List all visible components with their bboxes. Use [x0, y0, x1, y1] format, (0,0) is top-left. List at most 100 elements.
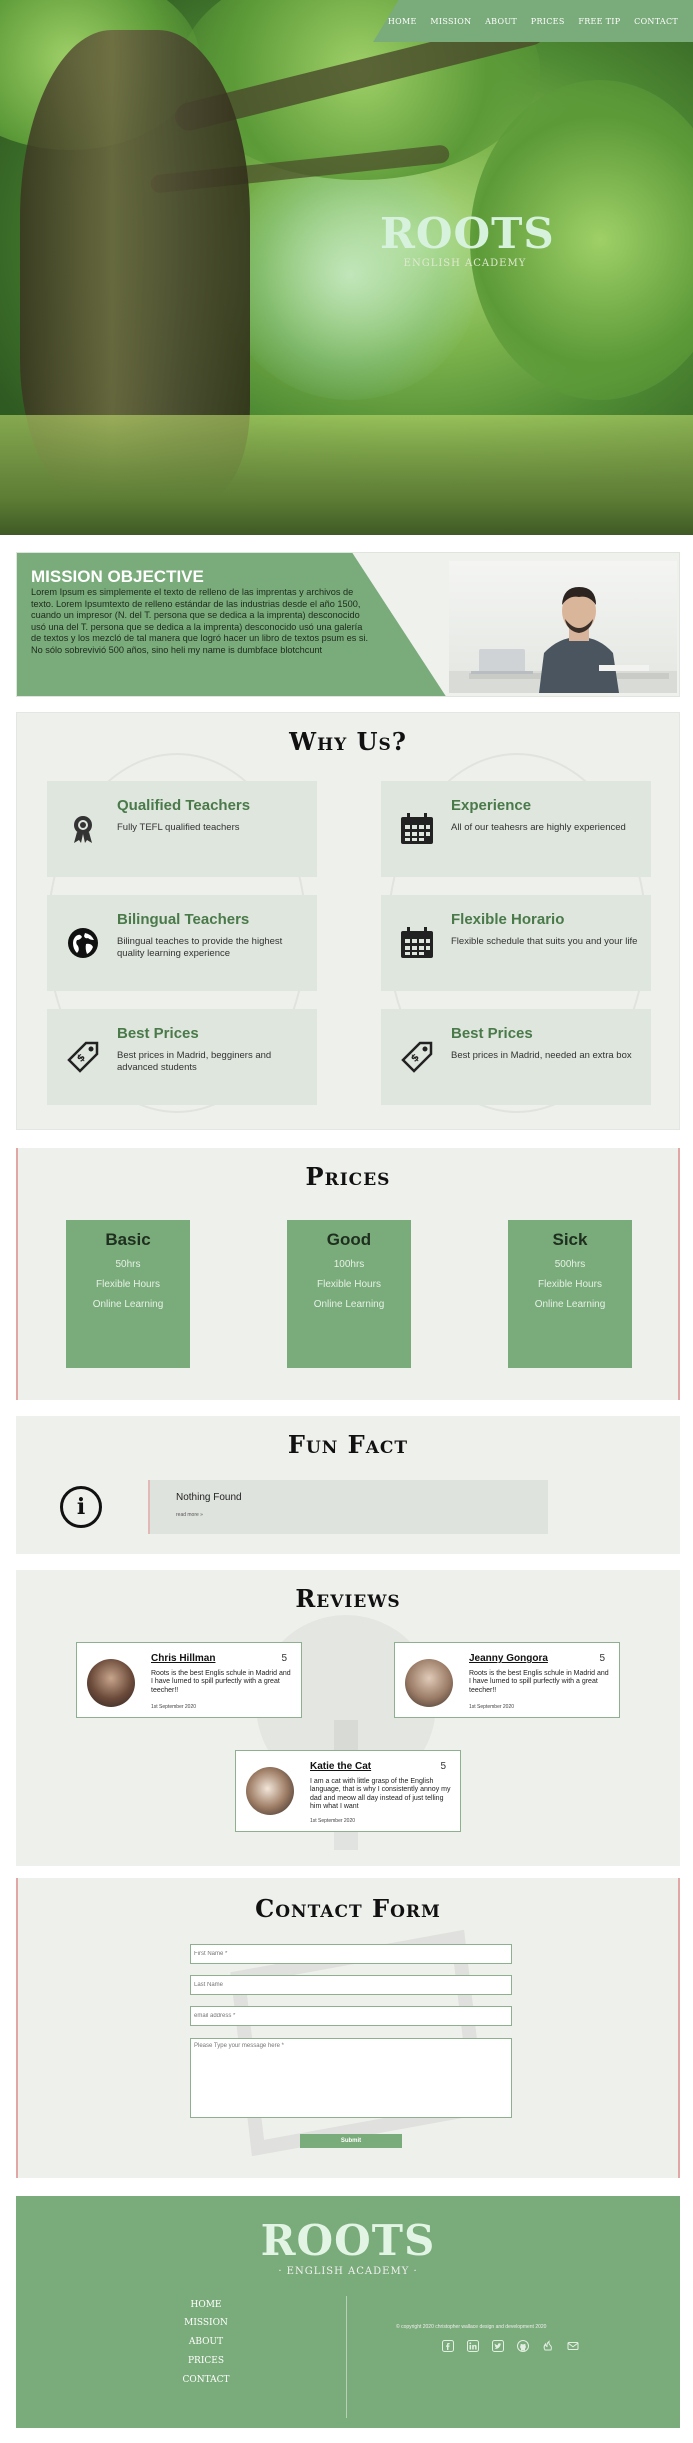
price-tag-icon: $	[65, 1039, 101, 1075]
price-plan-sick[interactable]: Sick 500hrs Flexible Hours Online Learni…	[508, 1220, 632, 1368]
footer-copyright: © copyright 2020 christopher wallace des…	[396, 2324, 547, 2330]
avatar	[246, 1767, 294, 1815]
why-card-title: Qualified Teachers	[117, 797, 251, 814]
last-name-input[interactable]	[190, 1975, 512, 1995]
fun-fact-text: Nothing Found	[176, 1492, 242, 1503]
prices-title: Prices	[305, 1162, 391, 1191]
hero-banner: HOME MISSION ABOUT PRICES FREE TIP CONTA…	[0, 0, 693, 535]
nav-free-tip[interactable]: FREE TIP	[578, 17, 620, 26]
price-plan-feature: Online Learning	[534, 1299, 606, 1310]
nav-mission[interactable]: MISSION	[430, 17, 471, 26]
first-name-input[interactable]	[190, 1944, 512, 1964]
footer-link-contact[interactable]: CONTACT	[166, 2375, 246, 2385]
price-plan-hours: 500hrs	[554, 1259, 586, 1270]
fun-fact-section: Fun Fact i Nothing Found read more »	[16, 1416, 680, 1554]
review-date: 1st September 2020	[469, 1704, 515, 1710]
why-us-title: Why Us?	[289, 727, 407, 756]
contact-section: Contact Form Submit	[16, 1878, 680, 2178]
why-card-best-prices: $ Best Prices Best prices in Madrid, beg…	[47, 1009, 317, 1105]
hero-logo: ROOTS ENGLISH ACADEMY	[380, 209, 555, 270]
price-plan-feature: Online Learning	[92, 1299, 164, 1310]
nav-prices[interactable]: PRICES	[531, 17, 565, 26]
linkedin-icon[interactable]	[466, 2339, 480, 2353]
nav-home[interactable]: HOME	[388, 17, 417, 26]
why-card-description: Bilingual teaches to provide the highest…	[117, 936, 283, 959]
price-plan-name: Good	[326, 1230, 372, 1249]
why-card-qualified-teachers: Qualified Teachers Fully TEFL qualified …	[47, 781, 317, 877]
reviewer-name[interactable]: Katie the Cat	[310, 1761, 371, 1772]
why-card-experience: Experience All of our teahesrs are highl…	[381, 781, 651, 877]
why-card-description: Fully TEFL qualified teachers	[117, 822, 240, 833]
nav-contact[interactable]: CONTACT	[634, 17, 678, 26]
hero-ground	[0, 415, 693, 535]
review-card: Katie the Cat 5 I am a cat with little g…	[235, 1750, 461, 1832]
reviewer-name[interactable]: Jeanny Gongora	[469, 1653, 548, 1664]
mission-title: MISSION OBJECTIVE	[31, 567, 204, 586]
mission-photo	[449, 561, 677, 693]
review-score: 5	[599, 1653, 605, 1664]
price-plan-name: Sick	[552, 1230, 588, 1249]
price-plan-feature: Flexible Hours	[317, 1279, 381, 1290]
svg-text:$: $	[75, 1052, 88, 1065]
why-card-title: Bilingual Teachers	[117, 911, 250, 928]
footer: ROOTS · ENGLISH ACADEMY · HOME MISSION A…	[16, 2196, 680, 2428]
footer-divider	[346, 2296, 347, 2418]
freecodecamp-icon[interactable]	[541, 2339, 555, 2353]
contact-title: Contact Form	[255, 1894, 441, 1923]
why-card-description: Best prices in Madrid, begginers and adv…	[117, 1050, 272, 1073]
man-at-laptop-illustration	[449, 587, 677, 693]
message-textarea[interactable]	[190, 2038, 512, 2118]
avatar	[87, 1659, 135, 1707]
why-card-bilingual-teachers: Bilingual Teachers Bilingual teaches to …	[47, 895, 317, 991]
footer-link-home[interactable]: HOME	[166, 2300, 246, 2310]
review-date: 1st September 2020	[151, 1704, 197, 1710]
price-plan-feature: Online Learning	[313, 1299, 385, 1310]
award-icon	[65, 811, 101, 847]
why-card-description: All of our teahesrs are highly experienc…	[451, 822, 626, 833]
page: HOME MISSION ABOUT PRICES FREE TIP CONTA…	[0, 0, 693, 2443]
price-plan-feature: Flexible Hours	[538, 1279, 602, 1290]
calendar-icon	[399, 925, 435, 961]
why-card-description: Best prices in Madrid, needed an extra b…	[451, 1050, 632, 1061]
twitter-icon[interactable]	[491, 2339, 505, 2353]
mission-section: MISSION OBJECTIVE Lorem Ipsum es simplem…	[16, 552, 680, 697]
price-plan-feature: Flexible Hours	[96, 1279, 160, 1290]
avatar	[405, 1659, 453, 1707]
globe-icon	[65, 925, 101, 961]
why-us-section: Why Us? Qualified Teachers Fully TEFL qu…	[16, 712, 680, 1130]
review-score: 5	[440, 1761, 446, 1772]
review-text: Roots is the best Englis schule in Madri…	[469, 1670, 609, 1694]
why-card-title: Flexible Horario	[451, 911, 565, 928]
review-text: Roots is the best Englis schule in Madri…	[151, 1670, 291, 1694]
fun-fact-title: Fun Fact	[287, 1430, 409, 1459]
reviewer-name[interactable]: Chris Hillman	[151, 1653, 215, 1664]
footer-link-about[interactable]: ABOUT	[166, 2337, 246, 2347]
reviews-title: Reviews	[295, 1584, 401, 1613]
nav-about[interactable]: ABOUT	[485, 17, 517, 26]
price-plan-good[interactable]: Good 100hrs Flexible Hours Online Learni…	[287, 1220, 411, 1368]
hero-logo-text: ROOTS	[380, 209, 555, 258]
why-card-title: Best Prices	[451, 1025, 533, 1042]
github-icon[interactable]	[516, 2339, 530, 2353]
price-plan-basic[interactable]: Basic 50hrs Flexible Hours Online Learni…	[66, 1220, 190, 1368]
price-plan-hours: 50hrs	[115, 1259, 141, 1270]
why-card-title: Best Prices	[117, 1025, 199, 1042]
mission-text: Lorem Ipsum es simplemente el texto de r…	[31, 587, 369, 655]
hero-light	[220, 150, 480, 400]
calendar-icon	[399, 811, 435, 847]
submit-button[interactable]: Submit	[300, 2134, 402, 2148]
email-icon[interactable]	[566, 2339, 580, 2353]
review-card: Chris Hillman 5 Roots is the best Englis…	[76, 1642, 302, 1718]
hero-logo-subtitle: ENGLISH ACADEMY	[403, 258, 527, 269]
facebook-icon[interactable]	[441, 2339, 455, 2353]
svg-text:$: $	[409, 1052, 422, 1065]
review-score: 5	[281, 1653, 287, 1664]
why-card-flexible-horario: Flexible Horario Flexible schedule that …	[381, 895, 651, 991]
footer-link-prices[interactable]: PRICES	[166, 2356, 246, 2366]
read-more-link[interactable]: read more »	[176, 1512, 203, 1518]
price-tag-icon: $	[399, 1039, 435, 1075]
reviews-section: Reviews Chris Hillman 5 Roots is the bes…	[16, 1570, 680, 1866]
footer-link-mission[interactable]: MISSION	[166, 2318, 246, 2328]
footer-logo: ROOTS	[260, 2216, 436, 2265]
email-input[interactable]	[190, 2006, 512, 2026]
